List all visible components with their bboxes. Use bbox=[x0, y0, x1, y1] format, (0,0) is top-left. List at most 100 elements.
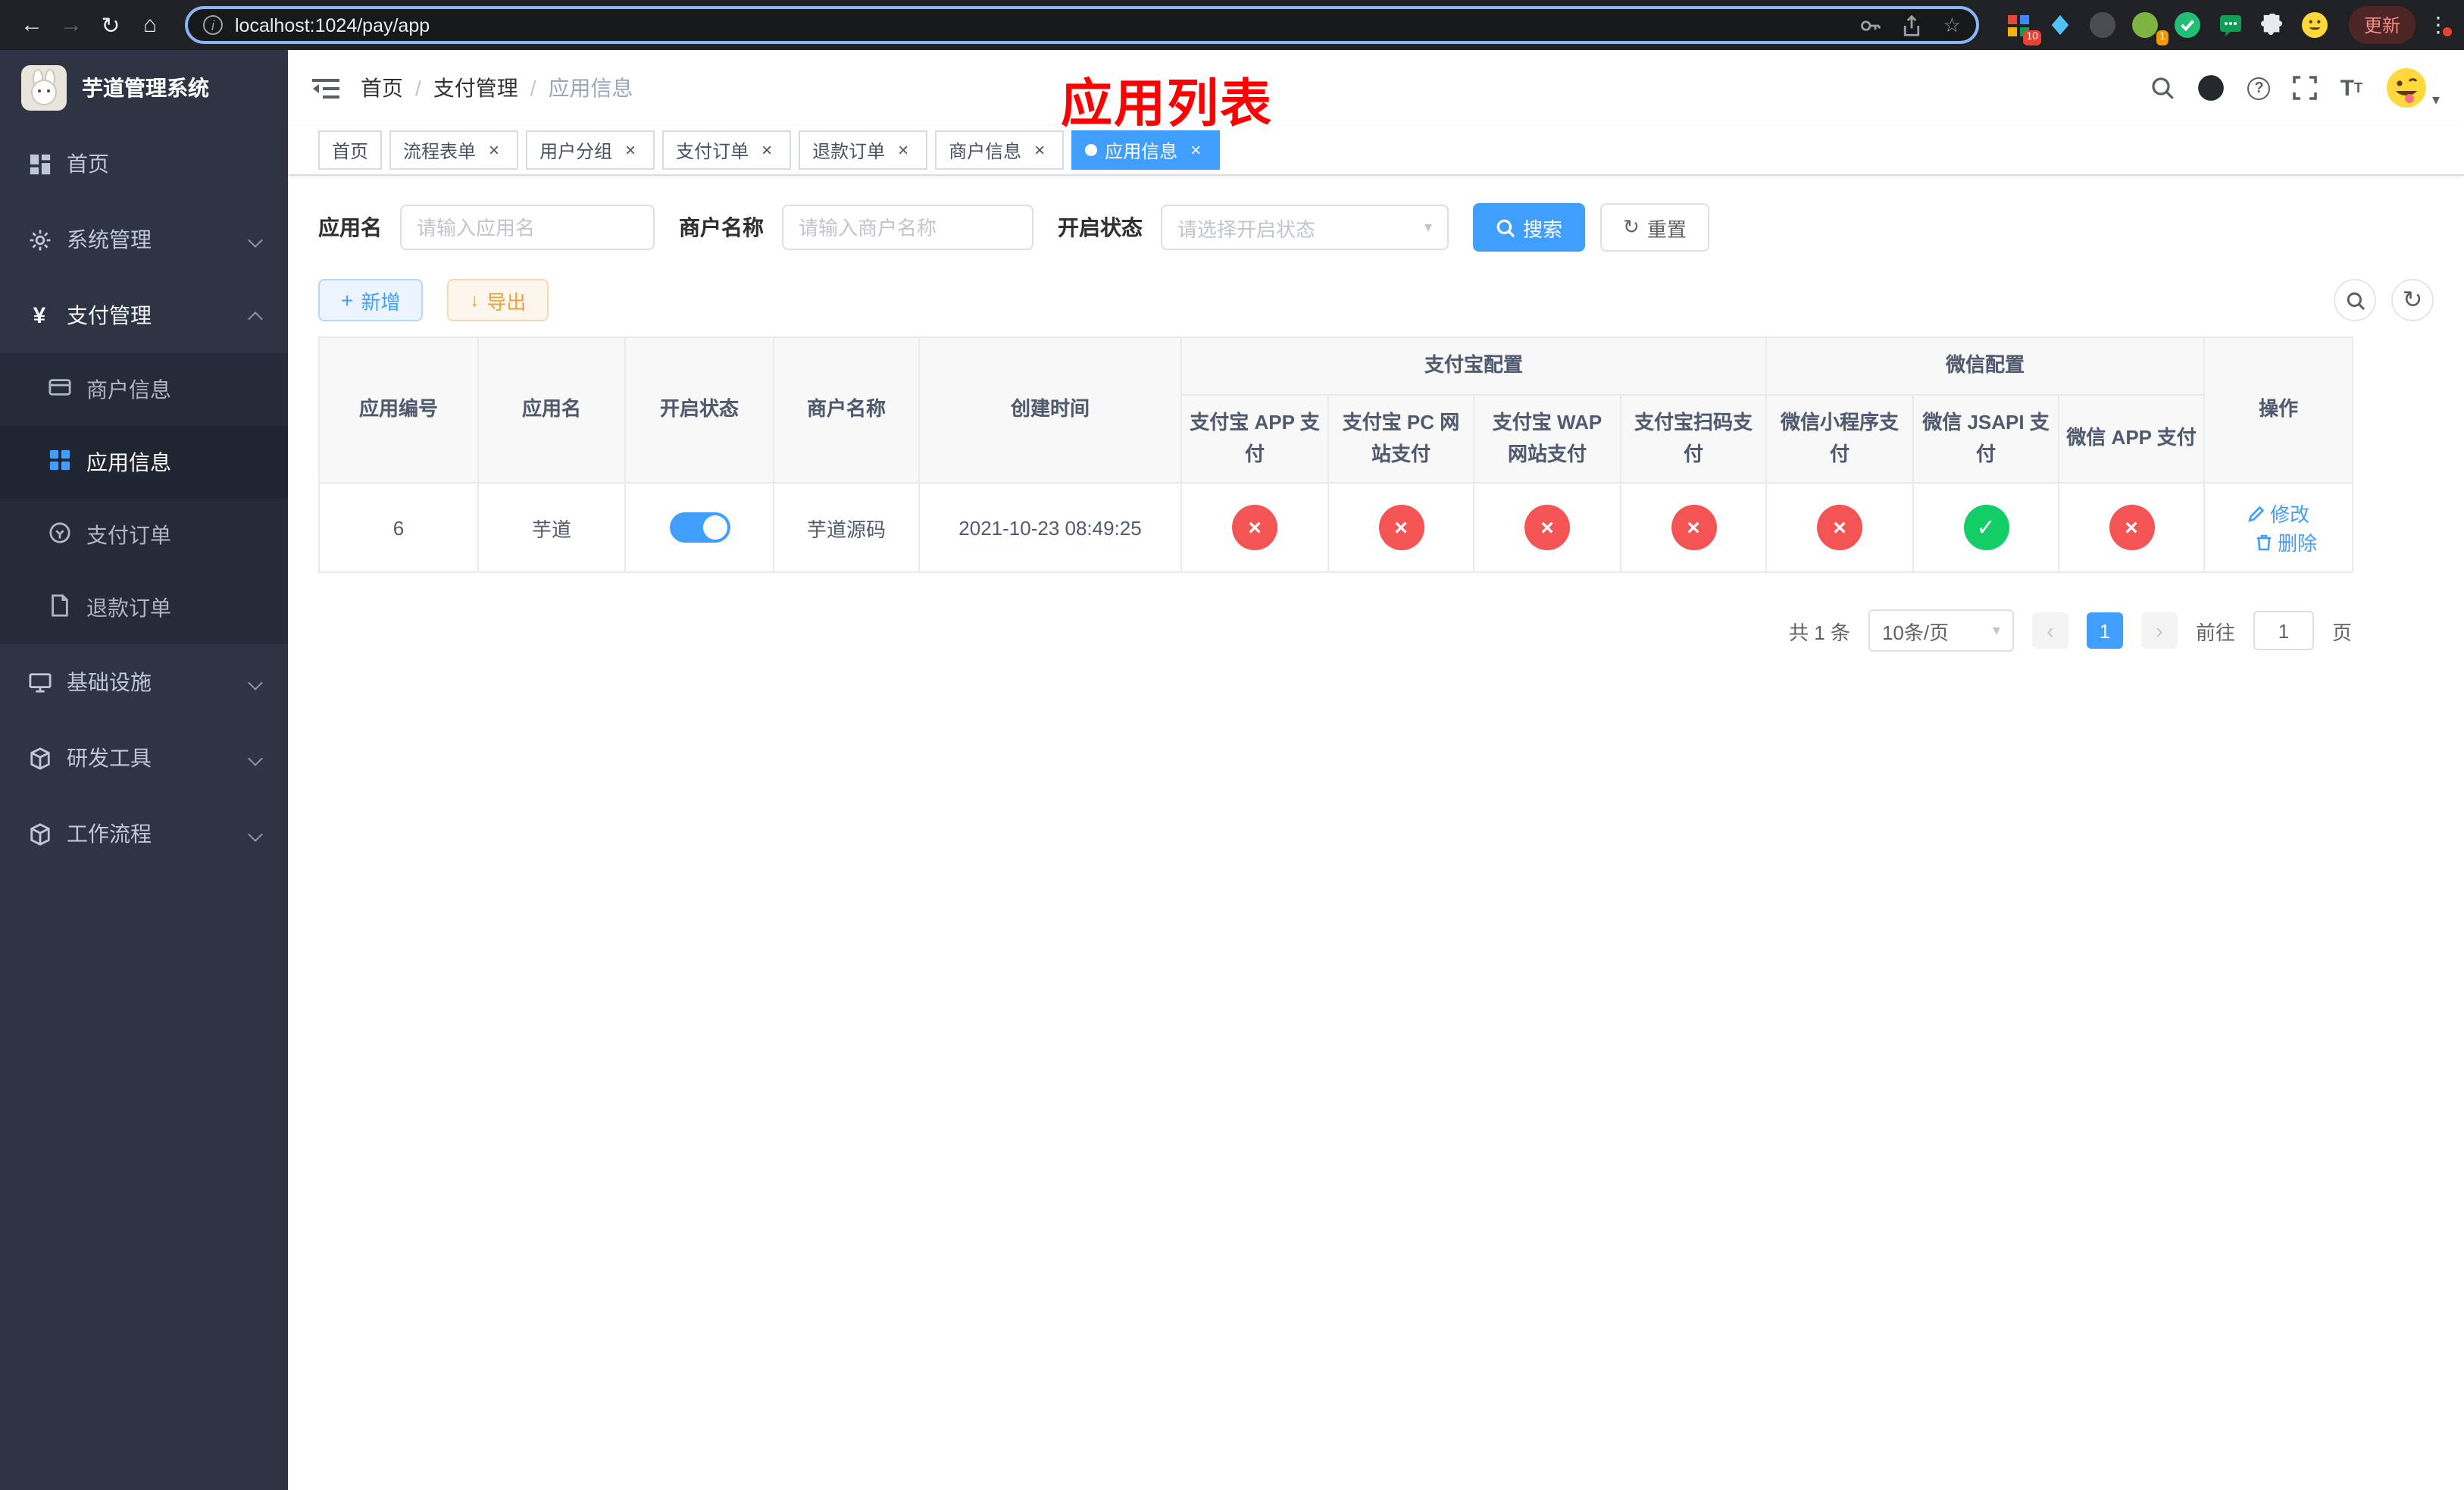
extensions-puzzle-icon[interactable] bbox=[2258, 10, 2288, 40]
url-bar[interactable]: i localhost:1024/pay/app ☆ bbox=[185, 6, 1979, 44]
github-icon[interactable] bbox=[2198, 74, 2225, 102]
col-create-time: 创建时间 bbox=[918, 336, 1182, 484]
add-button[interactable]: + 新增 bbox=[318, 279, 424, 321]
col-alipay-app: 支付宝 APP 支付 bbox=[1180, 393, 1329, 484]
delete-link[interactable]: 删除 bbox=[2255, 528, 2317, 557]
browser-menu-kebab-icon[interactable]: ⋮ bbox=[2425, 12, 2452, 38]
app-name-label: 应用名 bbox=[318, 215, 382, 239]
grid-icon bbox=[48, 449, 71, 476]
col-app-name: 应用名 bbox=[477, 336, 626, 484]
sidebar-item-refund-orders[interactable]: 退款订单 bbox=[0, 571, 288, 644]
close-icon[interactable]: × bbox=[620, 139, 641, 161]
tab-merchant-info[interactable]: 商户信息 × bbox=[935, 130, 1065, 170]
col-group-wechat: 微信配置 bbox=[1765, 337, 2206, 396]
tab-home[interactable]: 首页 bbox=[318, 130, 383, 170]
sidebar-item-system[interactable]: 系统管理 bbox=[0, 202, 288, 277]
tab-user-group[interactable]: 用户分组 × bbox=[526, 130, 655, 170]
close-icon[interactable]: × bbox=[483, 139, 505, 161]
status-select[interactable]: 请选择开启状态 ▾ bbox=[1161, 205, 1449, 250]
chevron-down-icon: ▾ bbox=[1424, 219, 1432, 236]
site-info-icon[interactable]: i bbox=[203, 15, 223, 35]
home-icon[interactable]: ⌂ bbox=[130, 5, 170, 45]
prev-page-button[interactable]: ‹ bbox=[2031, 612, 2068, 650]
bookmark-star-icon[interactable]: ☆ bbox=[1943, 13, 1961, 37]
tab-process-form[interactable]: 流程表单 × bbox=[389, 130, 519, 170]
close-icon[interactable]: × bbox=[893, 139, 914, 161]
toolbar-right: ↻ bbox=[2334, 279, 2434, 321]
sidebar-item-payment[interactable]: ¥ 支付管理 bbox=[0, 277, 288, 353]
search-button[interactable]: 搜索 bbox=[1473, 203, 1586, 252]
col-wechat-jsapi: 微信 JSAPI 支付 bbox=[1912, 393, 2060, 484]
next-page-button[interactable]: › bbox=[2140, 612, 2178, 650]
close-icon[interactable]: × bbox=[1185, 139, 1206, 161]
sidebar-item-dev-tools[interactable]: 研发工具 bbox=[0, 720, 288, 796]
fullscreen-icon[interactable] bbox=[2293, 76, 2318, 100]
col-alipay-scan: 支付宝扫码支付 bbox=[1619, 393, 1768, 484]
extension-dark-circle-icon[interactable] bbox=[2088, 10, 2118, 40]
sidebar-fold-icon[interactable] bbox=[312, 77, 339, 99]
merchant-name-label: 商户名称 bbox=[679, 215, 764, 239]
page-number-button[interactable]: 1 bbox=[2086, 612, 2123, 650]
reload-icon[interactable]: ↻ bbox=[91, 5, 130, 45]
page-content: 应用名 商户名称 开启状态 请选择开启状态 ▾ 搜索 bbox=[288, 176, 2464, 1490]
export-button[interactable]: ↓ 导出 bbox=[447, 279, 549, 321]
sidebar-item-label: 首页 bbox=[67, 152, 109, 176]
breadcrumb-home[interactable]: 首页 bbox=[361, 73, 403, 103]
total-count: 共 1 条 bbox=[1789, 621, 1850, 644]
sidebar-item-workflow[interactable]: 工作流程 bbox=[0, 796, 288, 872]
extension-emoji-icon[interactable] bbox=[2300, 10, 2331, 40]
sidebar-item-home[interactable]: 首页 bbox=[0, 126, 288, 202]
refresh-button[interactable]: ↻ bbox=[2391, 279, 2434, 321]
breadcrumb-payment[interactable]: 支付管理 bbox=[433, 73, 518, 103]
close-icon[interactable]: × bbox=[1029, 139, 1050, 161]
share-icon[interactable] bbox=[1903, 14, 1922, 36]
pagination: 共 1 条 10条/页 ▾ ‹ 1 › 前往 页 bbox=[318, 609, 2352, 653]
edit-link[interactable]: 修改 bbox=[2247, 499, 2309, 528]
extension-avatar-icon[interactable]: 1 bbox=[2131, 10, 2169, 45]
sidebar-item-label: 系统管理 bbox=[67, 227, 152, 252]
col-actions: 操作 bbox=[2203, 336, 2354, 484]
sidebar-item-merchant-info[interactable]: 商户信息 bbox=[0, 353, 288, 426]
page-size-select[interactable]: 10条/页 ▾ bbox=[1868, 609, 2014, 653]
sidebar-item-app-info[interactable]: 应用信息 bbox=[0, 426, 288, 499]
status-toggle[interactable] bbox=[669, 512, 730, 543]
extension-grid-icon[interactable]: 10 bbox=[2003, 10, 2041, 45]
app-name-input[interactable] bbox=[400, 205, 655, 250]
extension-chat-icon[interactable] bbox=[2215, 10, 2246, 40]
help-icon[interactable]: ? bbox=[2247, 77, 2271, 99]
back-icon[interactable]: ← bbox=[12, 5, 52, 45]
extension-diamond-icon[interactable] bbox=[2046, 10, 2076, 40]
sidebar-item-payment-orders[interactable]: 支付订单 bbox=[0, 499, 288, 571]
password-key-icon[interactable] bbox=[1860, 14, 1881, 36]
cell-create-time: 2021-10-23 08:49:25 bbox=[918, 482, 1182, 574]
browser-update-button[interactable]: 更新 bbox=[2348, 6, 2416, 44]
extension-check-circle-icon[interactable] bbox=[2173, 10, 2203, 40]
tab-app-info[interactable]: 应用信息 × bbox=[1071, 130, 1221, 170]
search-icon[interactable] bbox=[2151, 76, 2175, 100]
avatar-caret-icon: ▾ bbox=[2431, 92, 2440, 109]
forward-icon[interactable]: → bbox=[52, 5, 91, 45]
sidebar-item-infrastructure[interactable]: 基础设施 bbox=[0, 644, 288, 720]
alipay-pc-status-icon: × bbox=[1378, 505, 1424, 551]
sidebar-logo[interactable]: 芋道管理系统 bbox=[0, 50, 288, 126]
close-icon[interactable]: × bbox=[756, 139, 777, 161]
active-dot bbox=[1085, 144, 1098, 156]
tab-refund-orders[interactable]: 退款订单 × bbox=[799, 130, 928, 170]
extension-badge: 10 bbox=[2023, 30, 2041, 45]
cell-app-id: 6 bbox=[318, 482, 479, 574]
reset-button[interactable]: ↻ 重置 bbox=[1600, 203, 1709, 252]
gear-icon bbox=[27, 227, 52, 252]
merchant-name-input[interactable] bbox=[782, 205, 1033, 250]
font-size-icon[interactable]: TT bbox=[2340, 75, 2362, 101]
sidebar-menu: 首页 系统管理 ¥ 支付管理 商户信息 应用信息 支付订单 退款订单 基础设施 … bbox=[0, 126, 288, 1490]
col-status: 开启状态 bbox=[624, 336, 774, 484]
goto-page-input[interactable] bbox=[2253, 611, 2314, 651]
extension-badge: 1 bbox=[2156, 30, 2169, 45]
order-circle-icon bbox=[48, 521, 71, 549]
status-label: 开启状态 bbox=[1058, 215, 1143, 239]
toggle-search-button[interactable] bbox=[2334, 279, 2376, 321]
app-table: 应用编号 应用名 开启状态 商户名称 创建时间 支付宝配置 微信配置 操作 支付… bbox=[318, 336, 2354, 574]
user-avatar[interactable]: ▾ bbox=[2385, 67, 2440, 109]
sidebar-item-label: 应用信息 bbox=[86, 450, 171, 474]
tab-payment-orders[interactable]: 支付订单 × bbox=[662, 130, 792, 170]
